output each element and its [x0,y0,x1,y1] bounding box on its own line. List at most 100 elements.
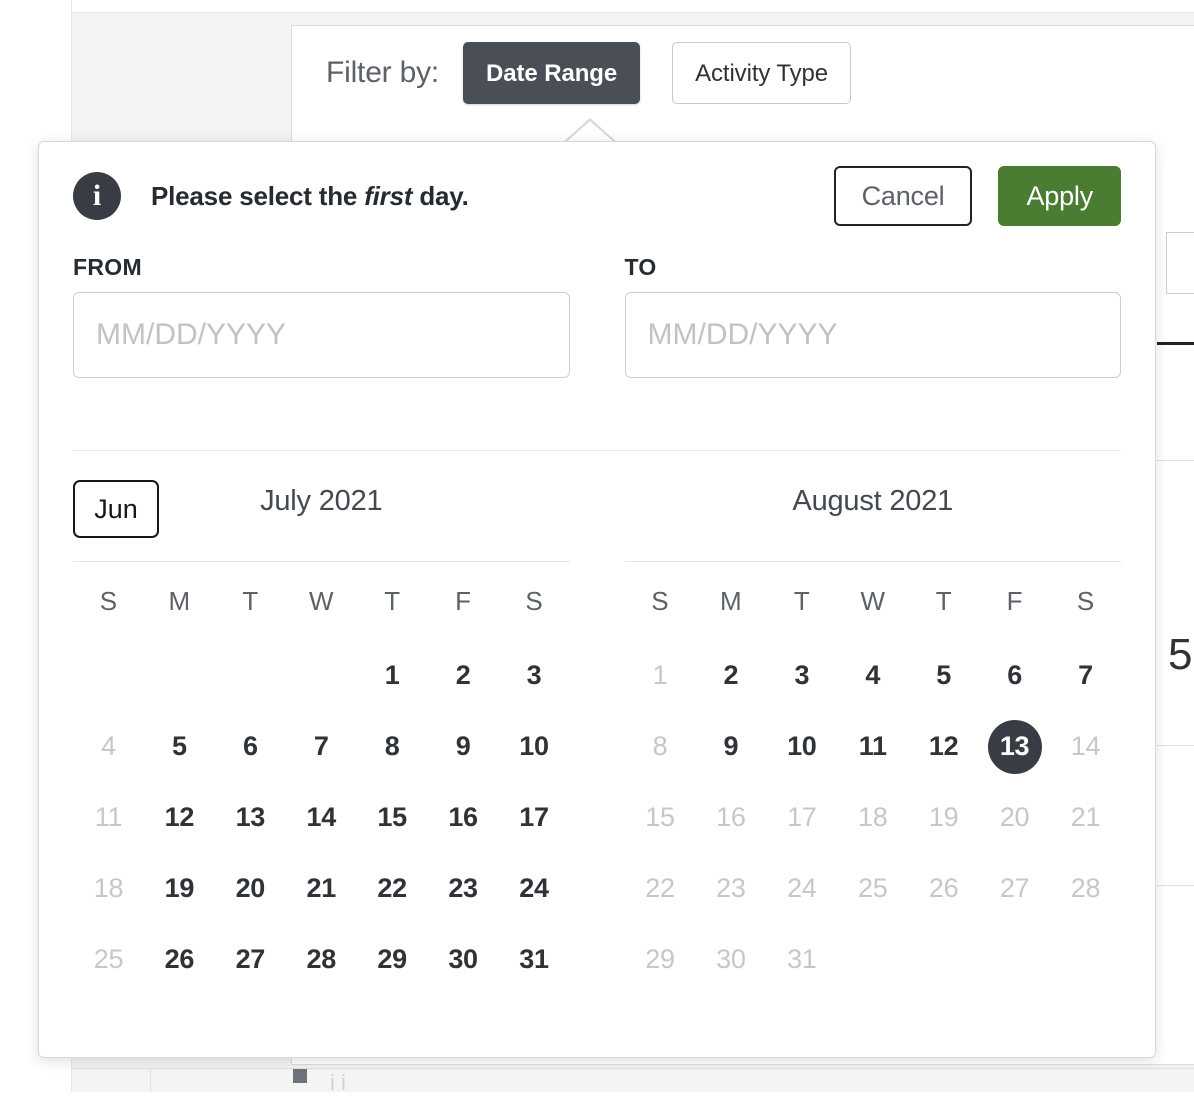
calendar-day-cell: 5 [144,711,215,782]
calendar-day-cell: 31 [499,924,570,995]
filter-chip-date-range[interactable]: Date Range [463,41,641,104]
calendar-day-10[interactable]: 10 [775,720,829,774]
calendar-day-4[interactable]: 4 [846,649,900,703]
calendar-day-cell: 19 [144,853,215,924]
calendar-day-empty [73,640,144,711]
calendar-day-1[interactable]: 1 [365,649,419,703]
calendar-day-empty [152,646,206,700]
calendar-day-cell: 10 [766,711,837,782]
calendar-day-19[interactable]: 19 [152,862,206,916]
background-bottom-strip [72,1068,1194,1092]
calendar-day-12[interactable]: 12 [152,791,206,845]
calendar-day-17[interactable]: 17 [507,791,561,845]
calendar-day-cell: 19 [908,782,979,853]
calendar-day-31[interactable]: 31 [507,933,561,987]
calendar-day-16[interactable]: 16 [436,791,490,845]
calendar-day-cell: 8 [625,711,696,782]
calendar-day-6[interactable]: 6 [223,720,277,774]
calendar-july-table: SMTWTFS 1 2 3 4 5 6 7 8 9 10 11 12 13 14 15 16 17 18 19 20 2… [73,562,570,995]
calendar-day-13[interactable]: 13 [987,719,1042,774]
weekday-header-1: M [168,585,191,616]
calendar-day-cell: 24 [766,853,837,924]
calendar-day-5[interactable]: 5 [152,720,206,774]
calendar-day-21: 21 [1070,802,1101,832]
calendar-day-cell: 12 [908,711,979,782]
calendar-day-cell: 4 [837,640,908,711]
calendar-day-cell: 3 [766,640,837,711]
calendars: SMTWTFS 1 2 3 4 5 6 7 8 9 10 11 12 13 14 15 16 17 18 19 20 2… [73,561,1121,995]
calendar-day-cell: 21 [286,853,357,924]
from-field-label: FROM [73,254,142,280]
calendar-day-7[interactable]: 7 [294,720,348,774]
calendar-week-row: 15 16 17 18 19 20 21 [625,782,1122,853]
background-rule-mid [1157,460,1194,461]
calendar-week-row: 123 [73,640,570,711]
popover-actions: Cancel Apply [833,166,1121,226]
calendar-day-14[interactable]: 14 [294,791,348,845]
calendar-day-9[interactable]: 9 [704,720,758,774]
calendar-day-cell: 16 [695,782,766,853]
weekday-header-6: S [525,585,543,616]
calendar-day-empty [908,924,979,995]
weekday-header-3: W [860,585,885,616]
calendar-day-27: 27 [999,873,1030,903]
background-bottom-text: i i [330,1070,346,1095]
calendar-day-14: 14 [1070,731,1101,761]
calendar-day-22[interactable]: 22 [365,862,419,916]
calendar-day-15[interactable]: 15 [365,791,419,845]
weekday-header-5: F [455,585,472,616]
calendar-day-28: 28 [1070,873,1101,903]
calendar-day-10[interactable]: 10 [507,720,561,774]
calendar-week-row: 29 30 31 [625,924,1122,995]
calendar-day-22: 22 [645,873,675,903]
calendar-day-13[interactable]: 13 [223,791,277,845]
calendar-day-8[interactable]: 8 [365,720,419,774]
calendar-day-9[interactable]: 9 [436,720,490,774]
calendar-day-3[interactable]: 3 [775,649,829,703]
calendar-title-august: August 2021 [792,485,954,517]
calendar-day-24[interactable]: 24 [507,862,561,916]
calendar-day-7[interactable]: 7 [1059,649,1113,703]
calendar-day-5[interactable]: 5 [917,649,971,703]
weekday-header-row: SMTWTFS [625,562,1122,640]
calendar-day-cell: 2 [695,640,766,711]
calendar-day-cell: 21 [1050,782,1121,853]
calendar-day-23: 23 [716,873,746,903]
calendar-day-21[interactable]: 21 [294,862,348,916]
calendar-day-27[interactable]: 27 [223,933,277,987]
calendar-day-cell: 14 [1050,711,1121,782]
calendar-day-cell: 13 [979,711,1050,782]
calendar-day-cell: 29 [357,924,428,995]
calendar-day-28[interactable]: 28 [294,933,348,987]
calendar-day-cell: 15 [625,782,696,853]
calendar-day-cell: 20 [215,853,286,924]
calendar-day-empty [144,640,215,711]
to-field-group: TO [624,254,1121,378]
calendar-day-26[interactable]: 26 [152,933,206,987]
cancel-button[interactable]: Cancel [833,166,973,226]
calendar-day-cell: 23 [695,853,766,924]
calendar-day-2[interactable]: 2 [436,649,490,703]
calendar-day-30[interactable]: 30 [436,933,490,987]
calendar-day-3[interactable]: 3 [507,649,561,703]
calendar-day-20[interactable]: 20 [223,862,277,916]
calendar-day-cell: 27 [979,853,1050,924]
apply-button[interactable]: Apply [998,166,1121,226]
calendar-day-cell: 17 [499,782,570,853]
calendar-week-row: 18 19 20 21 22 23 24 [73,853,570,924]
calendar-day-6[interactable]: 6 [988,649,1042,703]
calendar-day-2[interactable]: 2 [704,649,758,703]
from-date-input[interactable] [73,292,570,378]
to-date-input[interactable] [624,292,1121,378]
calendar-day-11[interactable]: 11 [846,720,900,774]
calendar-day-29[interactable]: 29 [365,933,419,987]
calendar-week-row: 8 9 10 11 12 13 14 [625,711,1122,782]
background-bottom-swatch [293,1069,307,1083]
calendar-title-july: July 2021 [260,485,383,517]
calendar-day-12[interactable]: 12 [917,720,971,774]
calendar-day-23[interactable]: 23 [436,862,490,916]
weekday-header-0: S [651,585,669,616]
filter-chip-activity-type[interactable]: Activity Type [672,41,852,104]
to-field-label: TO [624,254,657,280]
selection-notice: i Please select the first day. [73,172,469,220]
